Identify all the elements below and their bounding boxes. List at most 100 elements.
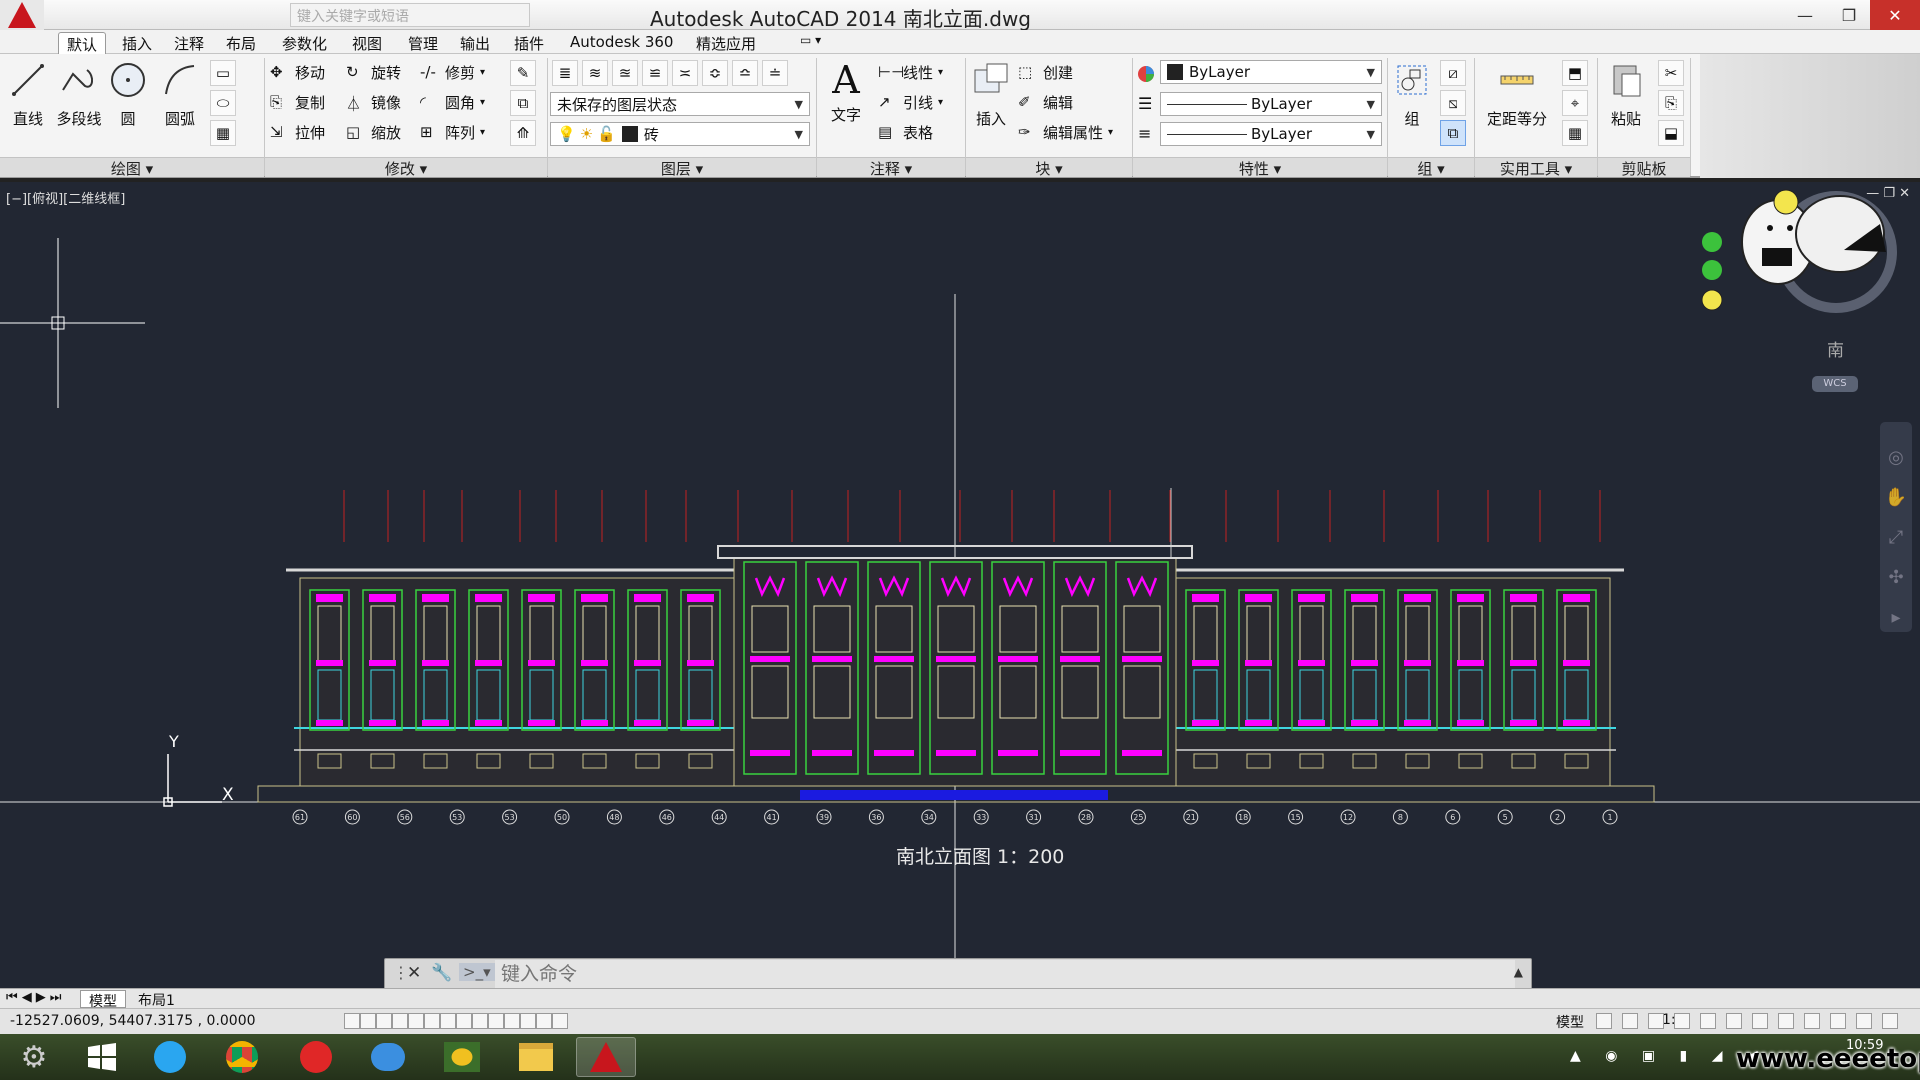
coordinates-readout[interactable]: -12527.0609, 54407.3175 , 0.0000 [10, 1013, 256, 1029]
color-dropdown[interactable]: ByLayer ▼ [1160, 60, 1382, 84]
command-prompt-icon[interactable]: >_▾ [459, 963, 495, 981]
layer-walk-icon[interactable]: ≏ [732, 60, 758, 86]
annotation-panel-title[interactable]: 注释 ▾ [817, 157, 965, 178]
drafting-toggle-icon[interactable] [408, 1013, 424, 1029]
edit-attributes-button[interactable]: ✑ 编辑属性 ▾ [1018, 122, 1113, 143]
nav-tools-icon[interactable]: ◎ ✋ ⤢ ✣ ▸ [1880, 438, 1912, 638]
drafting-toggle-icon[interactable] [536, 1013, 552, 1029]
close-icon[interactable]: ✕ [407, 963, 421, 983]
status-tool-icon[interactable] [1830, 1013, 1846, 1029]
modify-panel-title[interactable]: 修改 ▾ [265, 157, 547, 178]
cut-icon[interactable]: ✂ [1658, 60, 1684, 86]
group-button[interactable]: 组 [1392, 60, 1432, 129]
move-button[interactable]: ✥ 移动 [270, 62, 325, 83]
taskbar-app-photos[interactable] [432, 1037, 492, 1077]
group-edit-icon[interactable]: ⧅ [1440, 90, 1466, 116]
clock[interactable]: 10:59 [1846, 1038, 1883, 1053]
drafting-toggle-icon[interactable] [504, 1013, 520, 1029]
group-selection-icon[interactable]: ⧉ [1440, 120, 1466, 146]
wrench-icon[interactable]: 🔧 [431, 963, 452, 983]
status-tool-icon[interactable] [1726, 1013, 1742, 1029]
array-button[interactable]: ⊞ 阵列 ▾ [420, 122, 485, 143]
match-properties-icon[interactable] [1136, 64, 1156, 84]
tab-home[interactable]: 默认 [58, 32, 107, 54]
offset-icon[interactable]: ⟰ [510, 120, 536, 146]
linear-dimension-button[interactable]: ⊢⊣ 线性 ▾ [878, 62, 943, 83]
viewcube-south-label[interactable]: 南 [1827, 336, 1844, 361]
edit-block-button[interactable]: ✐ 编辑 [1018, 92, 1073, 113]
taskbar-app-music[interactable] [286, 1037, 346, 1077]
model-space-toggle[interactable]: 模型 [1556, 1012, 1584, 1032]
taskbar-app-cloud[interactable] [358, 1037, 418, 1077]
leader-button[interactable]: ↗ 引线 ▾ [878, 92, 943, 113]
tab-layout1[interactable]: 布局1 [130, 990, 183, 1009]
ellipse-icon[interactable]: ⬭ [210, 90, 236, 116]
status-tool-icon[interactable] [1674, 1013, 1690, 1029]
tab-manage[interactable]: 管理 [400, 32, 446, 54]
status-tool-icon[interactable] [1596, 1013, 1612, 1029]
tab-annotate[interactable]: 注释 [166, 32, 212, 54]
explode-icon[interactable]: ⧉ [510, 90, 536, 116]
copy-clip-icon[interactable]: ⎘ [1658, 90, 1684, 116]
close-button[interactable]: ✕ [1870, 0, 1920, 30]
linetype-dropdown[interactable]: ByLayer ▼ [1160, 92, 1382, 116]
layer-off-icon[interactable]: ≋ [582, 60, 608, 86]
tab-layout[interactable]: 布局 [218, 32, 264, 54]
drafting-toggle-icon[interactable] [456, 1013, 472, 1029]
draw-panel-title[interactable]: 绘图 ▾ [0, 157, 264, 178]
tab-autodesk-360[interactable]: Autodesk 360 [562, 32, 681, 54]
rotate-button[interactable]: ↻ 旋转 [346, 62, 401, 83]
tab-more-icon[interactable]: ▭ ▾ [792, 32, 829, 54]
drafting-toggle-icon[interactable] [392, 1013, 408, 1029]
current-layer-dropdown[interactable]: 💡 ☀ 🔓 砖 ▼ [550, 122, 810, 146]
status-tool-icon[interactable] [1804, 1013, 1820, 1029]
polyline-button[interactable]: 多段线 [54, 60, 104, 129]
measure-button[interactable]: 定距等分 [1482, 60, 1552, 129]
create-block-button[interactable]: ⬚ 创建 [1018, 62, 1073, 83]
arc-button[interactable]: 圆弧 [160, 60, 200, 129]
wcs-menu[interactable]: WCS [1812, 376, 1858, 392]
maximize-button[interactable]: ❐ [1826, 0, 1872, 30]
tab-parametric[interactable]: 参数化 [274, 32, 335, 54]
command-input[interactable] [495, 960, 1515, 988]
drafting-toggle-icon[interactable] [360, 1013, 376, 1029]
tab-featured-apps[interactable]: 精选应用 [688, 32, 764, 54]
id-point-icon[interactable]: ⌖ [1562, 90, 1588, 116]
drafting-toggle-icon[interactable] [440, 1013, 456, 1029]
tab-plugins[interactable]: 插件 [506, 32, 552, 54]
scale-button[interactable]: ◱ 缩放 [346, 122, 401, 143]
trim-button[interactable]: -/- 修剪 ▾ [420, 62, 485, 83]
drafting-toggle-icon[interactable] [520, 1013, 536, 1029]
stretch-button[interactable]: ⇲ 拉伸 [270, 122, 325, 143]
tab-view[interactable]: 视图 [344, 32, 390, 54]
clipboard-panel-title[interactable]: 剪贴板 [1598, 157, 1690, 178]
taskbar-app-autocad[interactable] [576, 1037, 636, 1077]
command-history-icon[interactable]: ▲ [1514, 965, 1523, 979]
taskbar-app-chrome[interactable] [212, 1037, 272, 1077]
status-tool-icon[interactable] [1700, 1013, 1716, 1029]
status-tool-icon[interactable] [1882, 1013, 1898, 1029]
layer-properties-icon[interactable]: ≣ [552, 60, 578, 86]
navigation-bar[interactable]: ◎ ✋ ⤢ ✣ ▸ [1880, 422, 1912, 632]
status-tool-icon[interactable] [1622, 1013, 1638, 1029]
quick-select-icon[interactable]: ⬒ [1562, 60, 1588, 86]
status-tool-icon[interactable] [1856, 1013, 1872, 1029]
copy-button[interactable]: ⎘ 复制 [270, 92, 325, 113]
tab-model[interactable]: 模型 [80, 990, 126, 1010]
start-button[interactable] [72, 1037, 132, 1077]
mirror-button[interactable]: ⏃ 镜像 [346, 92, 401, 113]
tab-insert[interactable]: 插入 [114, 32, 160, 54]
circle-button[interactable]: 圆 [108, 60, 148, 129]
utilities-panel-title[interactable]: 实用工具 ▾ [1475, 157, 1597, 178]
block-panel-title[interactable]: 块 ▾ [966, 157, 1132, 178]
text-button[interactable]: A 文字 [822, 60, 870, 125]
layer-state-dropdown[interactable]: 未保存的图层状态 ▼ [550, 92, 810, 116]
status-tool-icon[interactable] [1648, 1013, 1664, 1029]
fillet-button[interactable]: ◜ 圆角 ▾ [420, 92, 485, 113]
insert-block-button[interactable]: 插入 [970, 60, 1012, 129]
search-box[interactable]: 键入关键字或短语 [290, 3, 530, 27]
drafting-toggle-icon[interactable] [344, 1013, 360, 1029]
layers-panel-title[interactable]: 图层 ▾ [548, 157, 816, 178]
minimize-button[interactable]: — [1782, 0, 1828, 30]
line-button[interactable]: 直线 [8, 60, 48, 129]
